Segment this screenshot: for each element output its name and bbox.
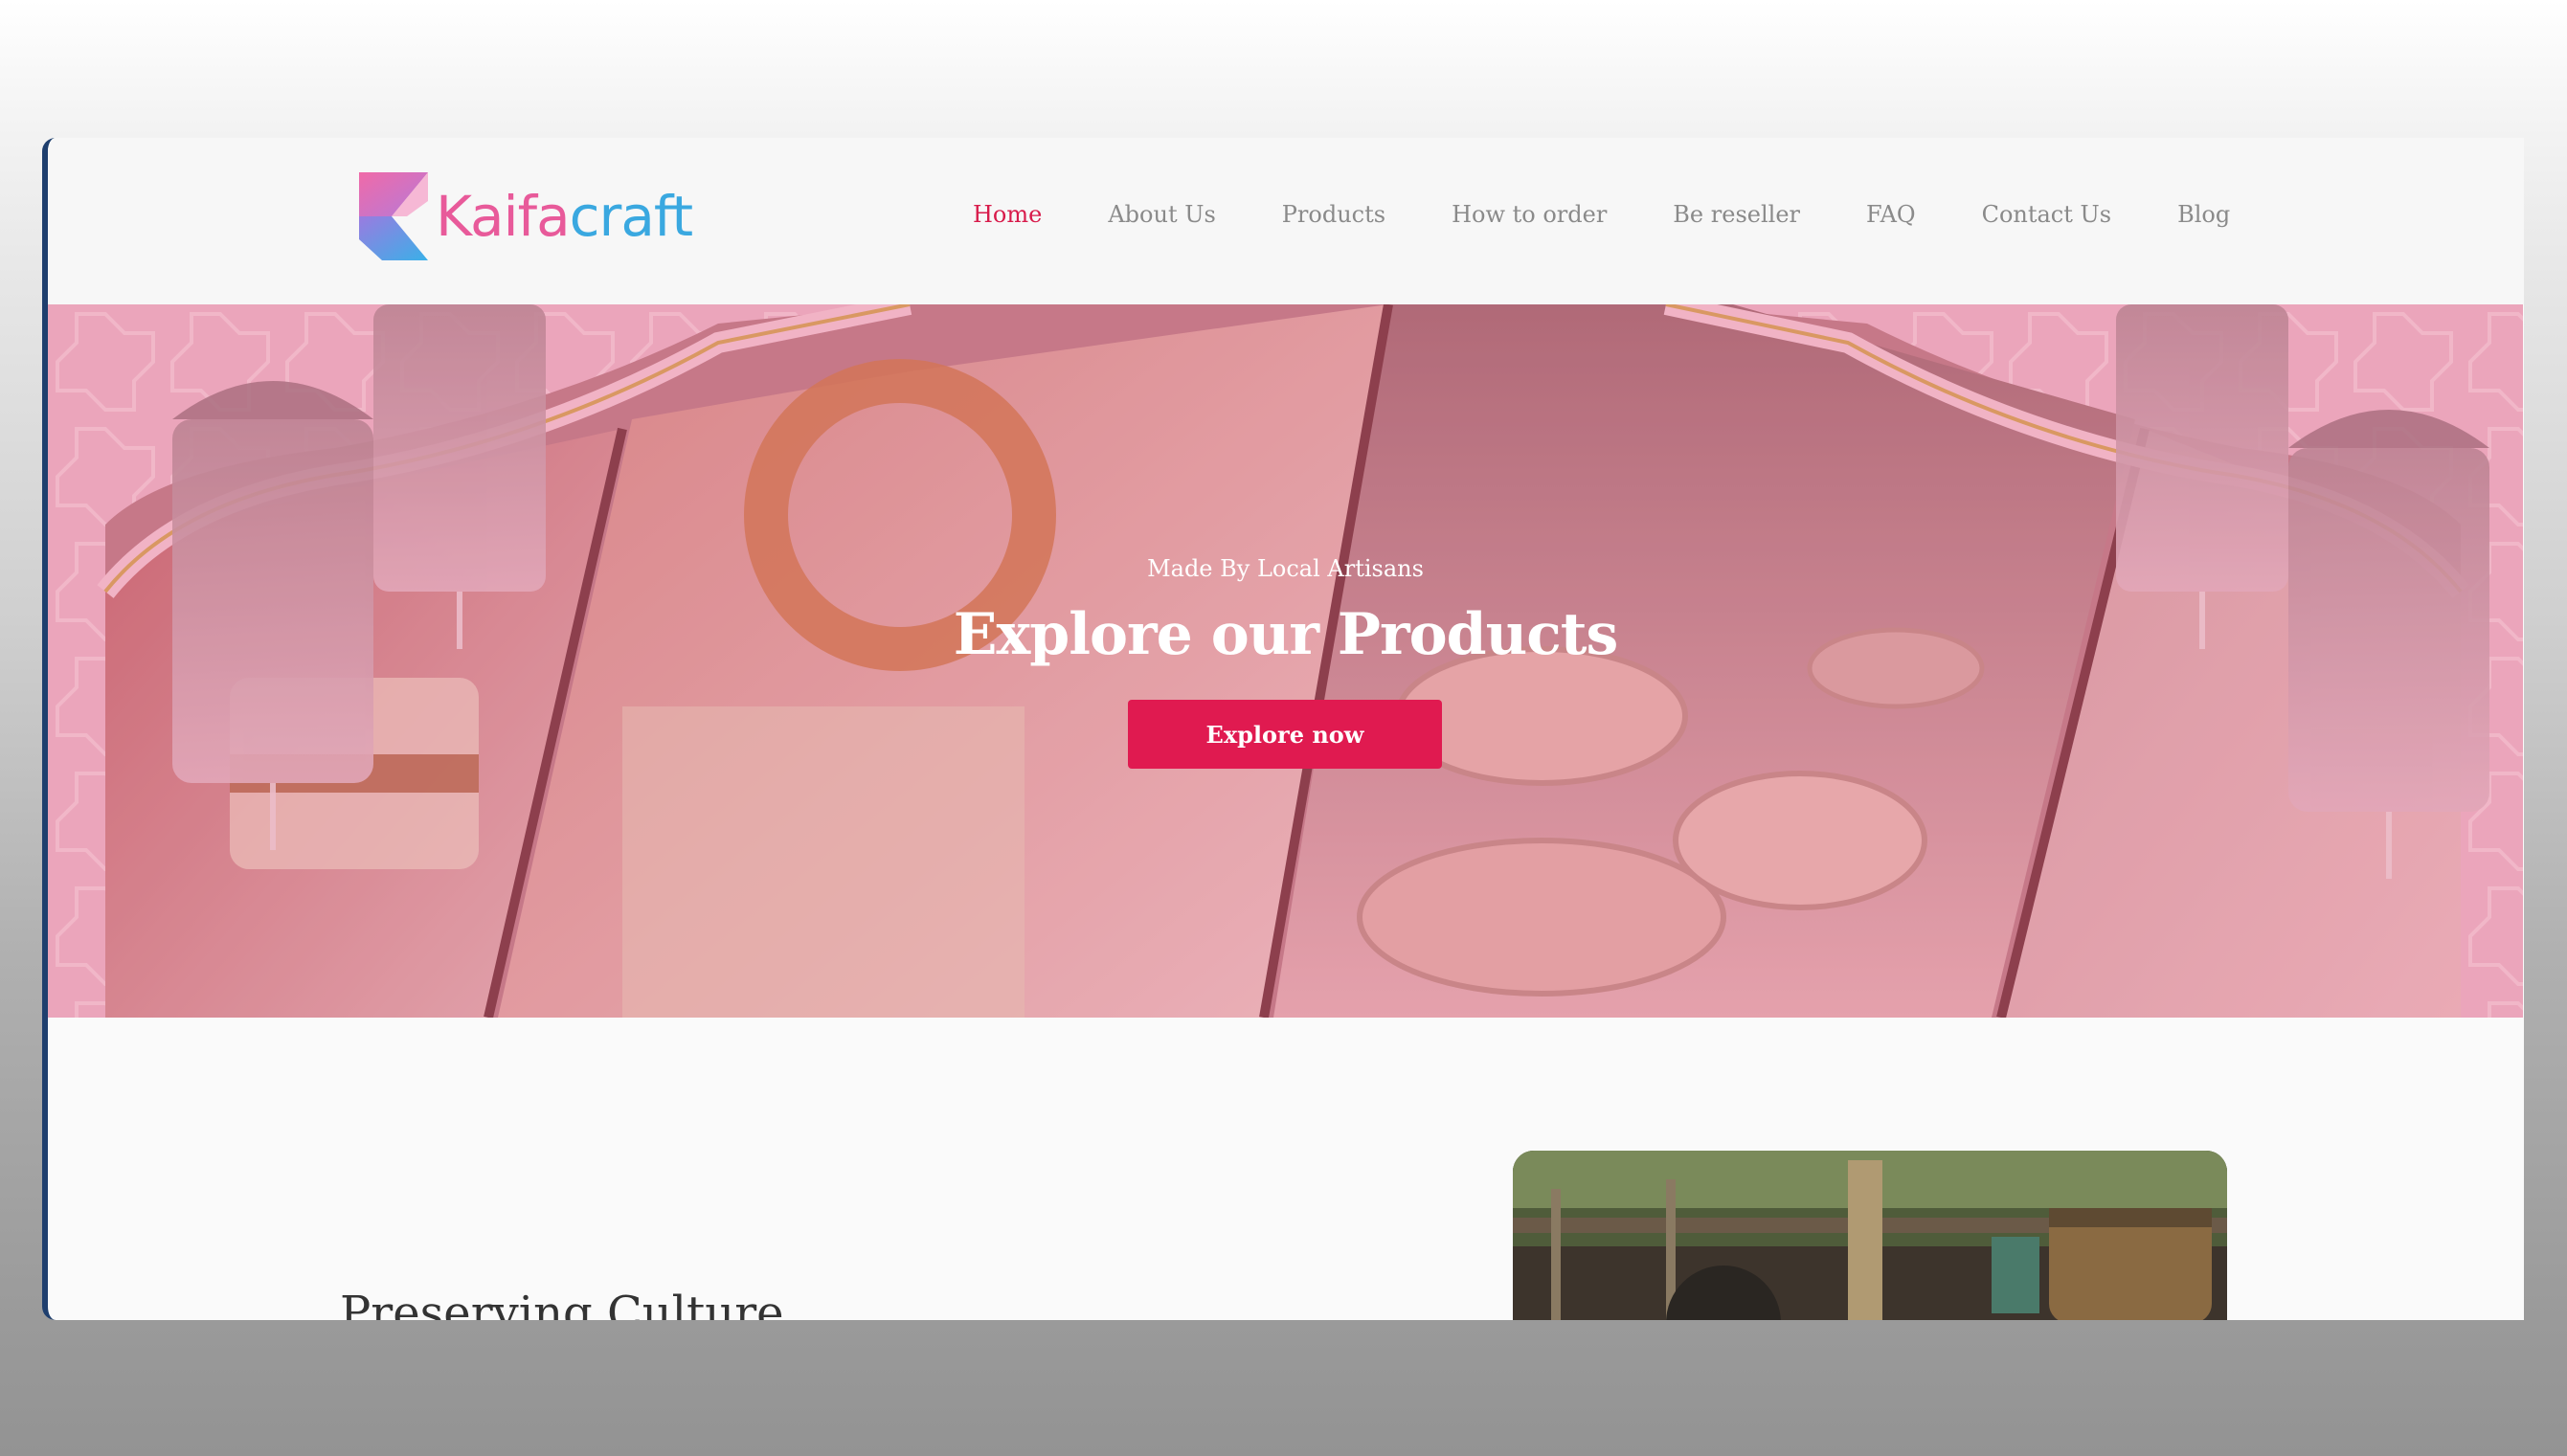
logo-wordmark-kaifa: Kaifa — [436, 184, 571, 249]
nav-item-faq[interactable]: FAQ — [1866, 201, 1916, 249]
artisan-photo — [1513, 1151, 2227, 1320]
hero-eyebrow: Made By Local Artisans — [1147, 555, 1424, 582]
logo-wordmark-craft: craft — [569, 184, 693, 249]
kaifacraft-logo-icon — [359, 172, 428, 260]
browser-page: Kaifacraft Home About Us Products How to… — [42, 138, 2524, 1320]
nav-item-about-us[interactable]: About Us — [1108, 201, 1215, 249]
section-title: Preserving Culture — [340, 1287, 784, 1320]
nav-item-be-reseller[interactable]: Be reseller — [1673, 201, 1800, 249]
main-nav: Home About Us Products How to order Be r… — [973, 201, 2296, 249]
nav-item-products[interactable]: Products — [1282, 201, 1385, 249]
site-header: Kaifacraft Home About Us Products How to… — [48, 138, 2524, 304]
nav-item-contact-us[interactable]: Contact Us — [1982, 201, 2111, 249]
nav-item-blog[interactable]: Blog — [2177, 201, 2230, 249]
workshop-image — [1513, 1151, 2227, 1320]
nav-item-how-to-order[interactable]: How to order — [1452, 201, 1607, 249]
explore-now-button[interactable]: Explore now — [1128, 700, 1442, 769]
logo-wordmark: Kaifacraft — [436, 184, 693, 249]
hero-banner: Made By Local Artisans Explore our Produ… — [48, 304, 2523, 1018]
hero-title: Explore our Products — [953, 601, 1618, 668]
nav-item-home[interactable]: Home — [973, 201, 1042, 249]
site-logo[interactable]: Kaifacraft — [359, 168, 723, 264]
